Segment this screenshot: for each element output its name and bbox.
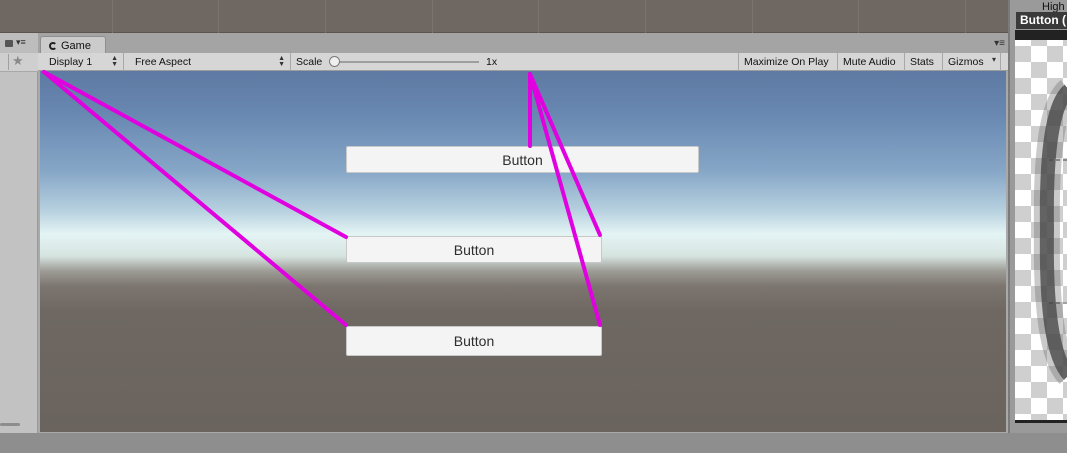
- game-controller-icon: [49, 41, 57, 50]
- bottom-strip: [0, 433, 1067, 453]
- left-panel-toolbar: ★: [0, 53, 38, 72]
- grid-line: [858, 0, 859, 33]
- game-toolbar: Display 1 ▲ ▼ Free Aspect ▲ ▼ Scale 1x Max…: [38, 53, 1008, 71]
- button-label: Button: [502, 151, 543, 168]
- stats-label: Stats: [910, 56, 934, 68]
- chevron-down-icon: ▾: [991, 55, 996, 64]
- tab-bar: Game ▾≡: [38, 33, 1008, 54]
- button-label: Button: [453, 333, 495, 349]
- left-panel-header: ▾≡: [0, 33, 38, 53]
- preview-panel: High Button (: [1008, 0, 1067, 433]
- tab-game[interactable]: Game: [40, 36, 106, 54]
- star-icon[interactable]: ★: [12, 53, 24, 69]
- panel-menu-icon[interactable]: ▾≡: [16, 37, 26, 48]
- left-panel: ▾≡ ★: [0, 33, 38, 433]
- gizmos-label: Gizmos: [948, 56, 984, 68]
- scale-value: 1x: [486, 56, 498, 68]
- ui-button-middle[interactable]: Button: [346, 236, 602, 263]
- mute-audio-toggle[interactable]: Mute Audio: [838, 53, 905, 71]
- aspect-dropdown[interactable]: Free Aspect ▲ ▼: [130, 53, 291, 71]
- sprite-outline: [1033, 80, 1067, 384]
- ui-button-top[interactable]: Button: [346, 146, 699, 173]
- tab-label: Game: [61, 39, 91, 52]
- preview-border-bottom: [1015, 420, 1067, 423]
- grid-line: [325, 0, 326, 33]
- maximize-on-play-label: Maximize On Play: [744, 56, 829, 68]
- preview-title: Button (: [1016, 12, 1067, 29]
- stats-toggle[interactable]: Stats: [905, 53, 943, 71]
- scrollbar[interactable]: [0, 423, 20, 426]
- grid-line: [538, 0, 539, 33]
- button-label: Button: [453, 241, 495, 258]
- aspect-label: Free Aspect: [135, 56, 192, 68]
- panel-menu-icon[interactable]: ▾≡: [994, 38, 1005, 49]
- ui-button-bottom[interactable]: Button: [346, 326, 602, 356]
- scale-slider-handle[interactable]: [329, 56, 340, 67]
- grid-line: [112, 0, 113, 33]
- updown-arrow-icon: ▲ ▼: [278, 55, 285, 68]
- maximize-on-play-toggle[interactable]: Maximize On Play: [738, 53, 838, 71]
- scale-slider-track[interactable]: [333, 61, 479, 63]
- gizmos-dropdown[interactable]: Gizmos ▾: [943, 53, 1001, 71]
- mute-audio-label: Mute Audio: [843, 56, 896, 68]
- game-window: Game ▾≡ Display 1 ▲ ▼ Free Aspect ▲ ▼ Scal…: [38, 33, 1008, 433]
- grid-line: [752, 0, 753, 33]
- grid-line: [965, 0, 966, 33]
- grid-line: [218, 0, 219, 33]
- lock-icon[interactable]: [5, 40, 13, 47]
- scene-view-strip: [0, 0, 1008, 33]
- game-viewport[interactable]: Button Button Button: [40, 71, 1006, 432]
- divider: [8, 54, 9, 70]
- updown-arrow-icon: ▲ ▼: [111, 55, 118, 68]
- display-label: Display 1: [49, 56, 93, 68]
- sprite-preview: [1015, 30, 1067, 423]
- grid-line: [432, 0, 433, 33]
- display-dropdown[interactable]: Display 1 ▲ ▼: [44, 53, 124, 71]
- grid-line: [645, 0, 646, 33]
- scale-label: Scale: [296, 56, 323, 68]
